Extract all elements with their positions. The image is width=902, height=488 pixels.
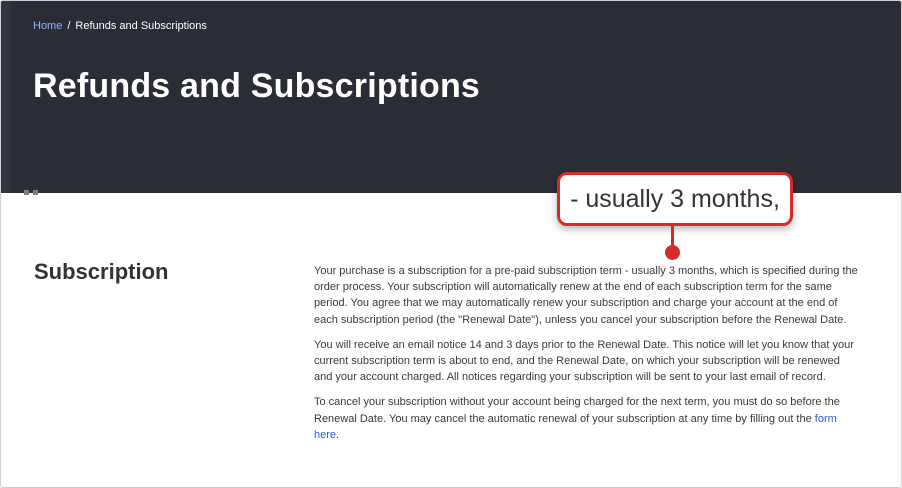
callout-pointer-dot [665, 245, 680, 260]
page-title: Refunds and Subscriptions [33, 67, 481, 105]
callout-magnifier: - usually 3 months, [557, 172, 793, 226]
section-title: Subscription [34, 259, 169, 284]
paragraph-1: Your purchase is a subscription for a pr… [314, 265, 858, 326]
section-content: Your purchase is a subscription for a pr… [314, 263, 859, 452]
hero-dots [24, 182, 42, 200]
paragraph-3: To cancel your subscription without your… [314, 394, 859, 443]
breadcrumb-separator: / [67, 20, 71, 32]
hero-banner: Home / Refunds and Subscriptions Refunds a… [1, 1, 901, 195]
hero-dot [33, 190, 38, 195]
paragraph-2: You will receive an email notice 14 and … [314, 338, 854, 384]
breadcrumb: Home / Refunds and Subscriptions [33, 20, 207, 32]
hero-left-stripe [1, 1, 11, 193]
breadcrumb-home-link[interactable]: Home [33, 20, 62, 32]
callout-text: - usually 3 months, [570, 184, 780, 213]
breadcrumb-current: Refunds and Subscriptions [75, 20, 207, 32]
paragraph-3-text: To cancel your subscription without your… [314, 396, 840, 425]
page-frame: Home / Refunds and Subscriptions Refunds a… [0, 0, 902, 488]
hero-dot [24, 190, 29, 195]
paragraph-3-end: . [336, 428, 340, 441]
